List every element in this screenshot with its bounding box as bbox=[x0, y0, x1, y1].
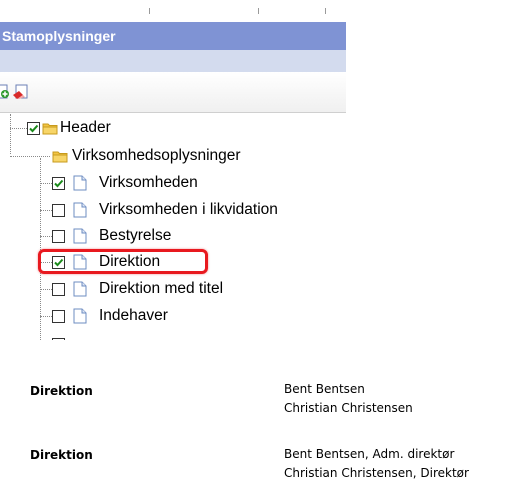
panel-title: Stamoplysninger bbox=[0, 22, 346, 50]
checkbox-virksomheden-i-likvidation[interactable] bbox=[52, 204, 65, 217]
output-line: Bent Bentsen, Adm. direktør bbox=[284, 447, 455, 461]
tree-item-bestyrelse[interactable]: Bestyrelse bbox=[0, 224, 346, 248]
tree-item-header[interactable]: Header bbox=[0, 116, 346, 140]
tree-item-label: Bestyrelse bbox=[99, 227, 172, 244]
tree-item-label: Virksomhedsoplysninger bbox=[72, 147, 241, 164]
tree-item-label: Header bbox=[60, 119, 111, 136]
ruler bbox=[0, 0, 346, 22]
checkbox-virksomheden[interactable] bbox=[52, 177, 65, 190]
checkbox-indehaver[interactable] bbox=[52, 310, 65, 323]
document-icon bbox=[72, 228, 88, 244]
panel-subheader bbox=[0, 50, 346, 72]
checkbox-cutoff bbox=[52, 338, 65, 340]
tree-item-label: Indehaver bbox=[99, 307, 168, 324]
remove-document-icon[interactable] bbox=[12, 83, 28, 99]
output-line: Bent Bentsen bbox=[284, 382, 365, 396]
output-value: Bent Bentsen, Adm. direktør Christian Ch… bbox=[284, 445, 469, 483]
tree-connector bbox=[40, 316, 52, 317]
tree-item-virksomheden[interactable]: Virksomheden bbox=[0, 171, 346, 195]
checkbox-direktion-med-titel[interactable] bbox=[52, 283, 65, 296]
add-document-icon[interactable] bbox=[0, 83, 10, 99]
document-icon bbox=[72, 202, 88, 218]
folder-icon bbox=[52, 148, 68, 164]
tree-connector bbox=[10, 156, 50, 157]
output-key: Direktion bbox=[30, 448, 93, 462]
output-value: Bent Bentsen Christian Christensen bbox=[284, 380, 413, 418]
document-icon bbox=[72, 308, 88, 324]
tree-item-label: Virksomheden bbox=[99, 174, 198, 191]
tree-item-virksomhedsoplysninger[interactable]: Virksomhedsoplysninger bbox=[0, 144, 346, 168]
tree-item-indehaver[interactable]: Indehaver bbox=[0, 304, 346, 328]
folder-icon bbox=[42, 120, 58, 136]
template-tree: Header Virksomhedsoplysninger Virksomhed… bbox=[0, 114, 346, 340]
tree-item-label: Virksomheden i likvidation bbox=[99, 201, 278, 218]
tree-item-virksomheden-i-likvidation[interactable]: Virksomheden i likvidation bbox=[0, 198, 346, 222]
checkbox-header[interactable] bbox=[27, 122, 40, 135]
tree-connector bbox=[40, 183, 52, 184]
document-icon bbox=[72, 175, 88, 191]
ruler-tick bbox=[149, 8, 150, 14]
tree-item-direktion-med-titel[interactable]: Direktion med titel bbox=[0, 277, 346, 301]
document-icon bbox=[72, 281, 88, 297]
stamoplysninger-panel: Stamoplysninger Header Virksomhedsoplysn… bbox=[0, 0, 346, 340]
tree-connector bbox=[40, 236, 52, 237]
highlight-frame bbox=[38, 249, 208, 274]
tree-connector bbox=[40, 210, 52, 211]
checkbox-bestyrelse[interactable] bbox=[52, 230, 65, 243]
output-line: Christian Christensen bbox=[284, 401, 413, 415]
output-line: Christian Christensen, Direktør bbox=[284, 466, 469, 480]
ruler-tick bbox=[325, 8, 326, 14]
output-key: Direktion bbox=[30, 384, 93, 398]
tree-connector bbox=[10, 128, 27, 129]
tree-item-label: Direktion med titel bbox=[99, 280, 224, 297]
toolbar bbox=[0, 72, 346, 113]
ruler-tick bbox=[258, 8, 259, 14]
tree-connector bbox=[40, 289, 52, 290]
tree-item-cutoff bbox=[0, 332, 346, 340]
